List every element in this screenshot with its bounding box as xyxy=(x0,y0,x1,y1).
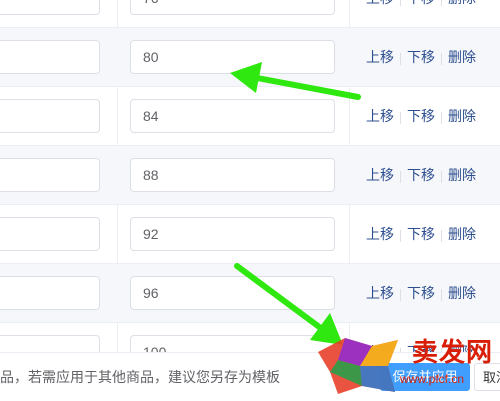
row-input-left[interactable] xyxy=(0,217,100,251)
move-down-link[interactable]: 下移 xyxy=(407,167,435,183)
delete-link[interactable]: 删除 xyxy=(448,285,476,301)
row-input-left[interactable] xyxy=(0,0,100,15)
delete-link[interactable]: 删除 xyxy=(448,0,476,6)
action-divider xyxy=(400,111,401,124)
table-row: 80 上移 下移 删除 xyxy=(0,28,500,87)
table-row: 92 上移 下移 删除 xyxy=(0,205,500,264)
row-actions: 上移下移删除 xyxy=(366,205,476,263)
move-up-link[interactable]: 上移 xyxy=(366,285,394,301)
row-value-input[interactable]: 80 xyxy=(130,40,335,74)
row-value-input[interactable]: 88 xyxy=(130,158,335,192)
row-value-input[interactable]: 76 xyxy=(130,0,335,15)
row-input-left[interactable] xyxy=(0,276,100,310)
action-divider xyxy=(400,0,401,6)
row-input-left[interactable] xyxy=(0,40,100,74)
row-value-input[interactable]: 92 xyxy=(130,217,335,251)
row-actions: 上移下移删除 xyxy=(366,146,476,204)
move-down-link[interactable]: 下移 xyxy=(407,226,435,242)
row-actions: 上移下移删除 xyxy=(366,28,476,86)
move-up-link[interactable]: 上移 xyxy=(366,167,394,183)
row-value-input[interactable]: 96 xyxy=(130,276,335,310)
delete-link[interactable]: 删除 xyxy=(448,49,476,65)
spec-table: 76 上移下移删除 80 上移下移删除 84 上移下移删除 88 上移下移删除 … xyxy=(0,0,500,382)
action-divider xyxy=(441,111,442,124)
move-up-link[interactable]: 上移 xyxy=(366,226,394,242)
action-divider xyxy=(441,0,442,6)
action-divider xyxy=(441,229,442,242)
move-down-link[interactable]: 下移 xyxy=(407,49,435,65)
move-up-link[interactable]: 上移 xyxy=(366,49,394,65)
move-up-link[interactable]: 上移 xyxy=(366,0,394,6)
watermark-text: 卖发网 xyxy=(412,338,494,368)
action-divider xyxy=(400,288,401,301)
delete-link[interactable]: 删除 xyxy=(448,108,476,124)
table-row: 84 上移 下移 删除 xyxy=(0,87,500,146)
action-divider xyxy=(441,288,442,301)
action-divider xyxy=(400,170,401,183)
move-down-link[interactable]: 下移 xyxy=(407,0,435,6)
delete-link[interactable]: 删除 xyxy=(448,167,476,183)
table-row: 88 上移 下移 删除 xyxy=(0,146,500,205)
row-value-input[interactable]: 84 xyxy=(130,99,335,133)
template-notice: 品，若需应用于其他商品，建议您另存为模板 xyxy=(0,369,280,385)
action-divider xyxy=(400,229,401,242)
move-down-link[interactable]: 下移 xyxy=(407,285,435,301)
watermark-url: www.pfcf.cn xyxy=(400,372,465,386)
action-divider xyxy=(400,52,401,65)
move-up-link[interactable]: 上移 xyxy=(366,108,394,124)
delete-link[interactable]: 删除 xyxy=(448,226,476,242)
row-actions: 上移 下移 删除 xyxy=(366,0,476,27)
action-divider xyxy=(441,52,442,65)
row-actions: 上移下移删除 xyxy=(366,264,476,322)
row-input-left[interactable] xyxy=(0,158,100,192)
table-row: 96 上移 下移 删除 xyxy=(0,264,500,323)
table-row: 76 上移 下移 删除 xyxy=(0,0,500,28)
action-divider xyxy=(441,170,442,183)
move-down-link[interactable]: 下移 xyxy=(407,108,435,124)
row-actions: 上移下移删除 xyxy=(366,87,476,145)
row-input-left[interactable] xyxy=(0,99,100,133)
